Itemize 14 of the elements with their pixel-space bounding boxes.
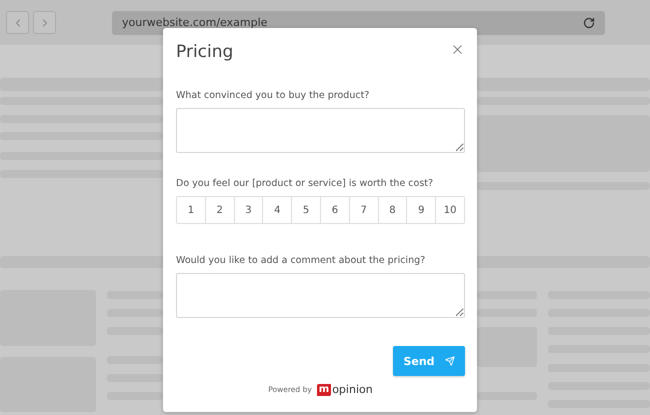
question-label: What convinced you to buy the product? (176, 90, 370, 101)
send-icon (444, 356, 455, 366)
rating-option[interactable]: 1 (177, 197, 206, 223)
logo-badge: m (316, 384, 332, 396)
question-label: Would you like to add a comment about the pricing? (176, 255, 426, 266)
reload-icon[interactable] (583, 16, 595, 28)
logo-text: opinion (332, 383, 373, 396)
answer-field[interactable] (176, 108, 465, 153)
answer-field[interactable] (176, 273, 465, 318)
back-button[interactable] (6, 11, 29, 34)
dialog-title: Pricing (176, 42, 234, 62)
url-text: yourwebsite.com/example (122, 16, 268, 29)
question-label: Do you feel our [product or service] is worth the cost? (176, 178, 434, 189)
forward-button[interactable] (33, 11, 56, 34)
